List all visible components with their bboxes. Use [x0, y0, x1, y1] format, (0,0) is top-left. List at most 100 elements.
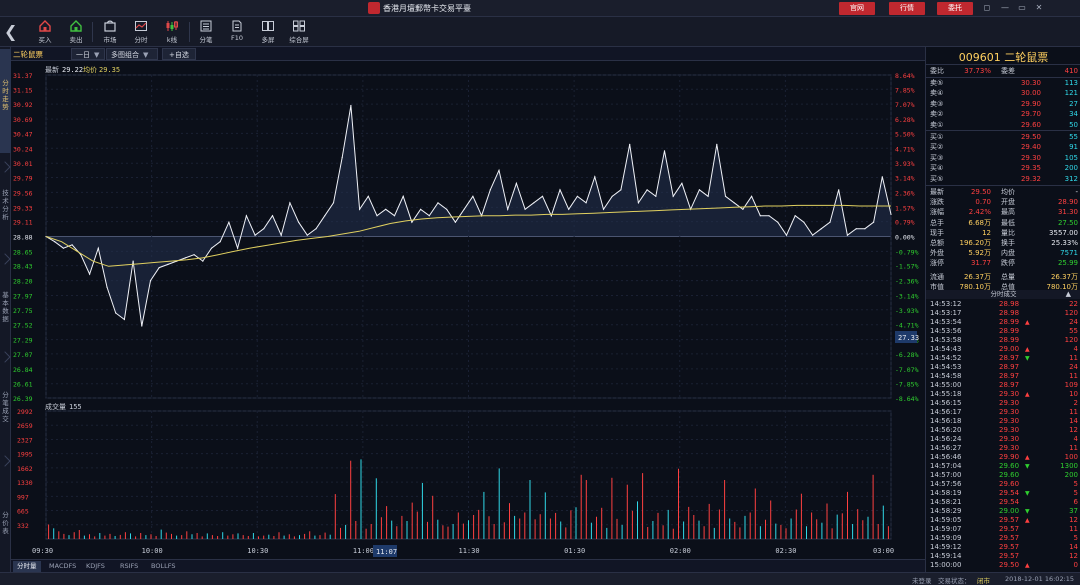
- back-arrow-icon[interactable]: ❮: [4, 22, 18, 42]
- f10-button[interactable]: F10: [223, 20, 251, 45]
- skin-icon[interactable]: ◻: [982, 3, 992, 13]
- stat-row: 涨跌 0.70 开盘 28.90: [926, 197, 1080, 208]
- multiscreen-button[interactable]: 多屏: [254, 20, 282, 45]
- tick-price: 28.99: [999, 336, 1020, 344]
- stat-row: 总手 6.68万 最低 27.50: [926, 218, 1080, 229]
- website-button[interactable]: 官网: [839, 2, 875, 15]
- stat-label: 量比: [1001, 228, 1015, 237]
- tick-row: 14:59:09 29.57 5: [926, 534, 1080, 543]
- tick-volume: 24: [1069, 318, 1078, 326]
- add-watchlist-button[interactable]: +自选: [162, 48, 196, 60]
- period-select[interactable]: 一日 ▼: [71, 48, 105, 60]
- tick-time: 14:56:17: [930, 408, 962, 416]
- rail-tab-ticks[interactable]: 分笔成交: [0, 365, 11, 449]
- trade-state: 闭市: [977, 577, 990, 585]
- price-tick-label: 28.88: [13, 234, 33, 242]
- down-arrow-icon: ▼: [1025, 463, 1030, 470]
- time-tick-label: 02:30: [775, 547, 796, 555]
- rail-tab-price-table[interactable]: 分价表: [0, 471, 11, 555]
- down-arrow-icon: ▼: [1025, 355, 1030, 362]
- tab-macd[interactable]: MACDFS: [45, 561, 80, 572]
- market-button[interactable]: 市场: [96, 20, 124, 45]
- price-point: [149, 280, 152, 282]
- divider: [926, 185, 1080, 186]
- stat-value: 31.77: [970, 259, 991, 268]
- restore-icon[interactable]: ▭: [1017, 3, 1027, 13]
- status-datetime: 2018-12-01 16:02:15: [1005, 575, 1075, 583]
- price-point: [611, 195, 613, 197]
- tick-time: 14:56:15: [930, 399, 962, 407]
- scroll-up-icon[interactable]: ▲: [1066, 290, 1071, 299]
- rail-tab-basic-data[interactable]: 基本数据: [0, 267, 11, 351]
- price-point: [550, 215, 552, 217]
- stat-value: 7571: [1060, 249, 1078, 258]
- price-tick-label: 27.97: [13, 293, 33, 301]
- tick-button[interactable]: 分笔: [192, 20, 220, 45]
- stock-name-tab[interactable]: 二轮鼠票: [13, 49, 43, 60]
- chevron-down-icon: ▼: [143, 51, 149, 59]
- order-button[interactable]: 委托: [937, 2, 973, 15]
- period-value: 一日: [76, 51, 90, 59]
- percent-tick-label: 5.50%: [895, 130, 915, 138]
- tick-volume: 5: [1073, 489, 1078, 497]
- price-point: [341, 156, 343, 158]
- close-icon[interactable]: ✕: [1034, 3, 1044, 13]
- kline-button[interactable]: k线: [158, 20, 186, 45]
- trade-state-label: 交易状态：: [938, 577, 971, 585]
- timeshare-button[interactable]: 分时: [127, 20, 155, 45]
- sell-button[interactable]: 卖出: [62, 20, 90, 45]
- stat-label: 开盘: [1001, 198, 1015, 207]
- title-bar: 香港月壇郵幣卡交易平臺 官网 行情 委托 ◻ — ▭ ✕: [0, 0, 1080, 17]
- percent-tick-label: 0.79%: [895, 219, 915, 227]
- price-point: [873, 221, 875, 223]
- overview-button[interactable]: 综合屏: [285, 20, 313, 45]
- stat-row: 最新 29.50 均价 -: [926, 187, 1080, 198]
- ask-volume: 50: [1069, 120, 1078, 129]
- order-diff-label: 委差: [1001, 67, 1015, 75]
- percent-axis-right: 8.64% 7.85% 7.07% 6.28% 5.50% 4.71% 3.93% 3.14%…: [895, 72, 919, 403]
- tick-volume: 12: [1069, 426, 1078, 434]
- percent-tick-label: 3.93%: [895, 160, 915, 168]
- price-point: [507, 208, 509, 210]
- tab-boll[interactable]: BOLLFS: [147, 561, 179, 572]
- price-point: [454, 221, 456, 223]
- bid-row: 买④ 29.35 200: [926, 163, 1080, 174]
- ask-row: 卖② 29.70 34: [926, 109, 1080, 120]
- percent-tick-label: 7.07%: [895, 101, 915, 109]
- price-tick-label: 28.20: [13, 278, 33, 286]
- rail-tab-timeshare[interactable]: 分时走势: [0, 49, 11, 153]
- overview-icon: [293, 20, 305, 32]
- price-point: [716, 143, 718, 145]
- combo-select[interactable]: 多图组合 ▼: [106, 48, 158, 60]
- price-point: [141, 325, 143, 327]
- tick-volume: 37: [1069, 507, 1078, 515]
- tick-price: 29.90: [999, 453, 1020, 461]
- bid-row: 买⑤ 29.32 312: [926, 174, 1080, 185]
- price-point: [158, 267, 160, 269]
- tick-row: 14:53:56 28.99 55: [926, 327, 1080, 336]
- rail-tab-technical[interactable]: 技术分析: [0, 175, 11, 259]
- ask-price: 30.30: [1020, 79, 1041, 87]
- buy-button[interactable]: 买入: [31, 20, 59, 45]
- tab-volume[interactable]: 分时量: [13, 561, 41, 572]
- price-point: [637, 202, 640, 204]
- tab-rsi[interactable]: RSIFS: [116, 561, 142, 572]
- stat-label: 内盘: [1001, 249, 1015, 258]
- percent-tick-label: 3.14%: [895, 174, 915, 182]
- minimize-icon[interactable]: —: [1000, 3, 1010, 13]
- stat-value: 5.92万: [968, 249, 991, 258]
- tick-row: 14:54:58 28.97 11: [926, 372, 1080, 381]
- tick-row: 14:58:19 29.54 ▼ 5: [926, 489, 1080, 498]
- tick-time: 14:54:58: [930, 372, 962, 380]
- kline-label: k线: [166, 36, 178, 44]
- quotes-button[interactable]: 行情: [889, 2, 925, 15]
- tick-price: 28.97: [999, 372, 1020, 380]
- time-tick-label: 10:00: [142, 547, 163, 555]
- stat-value: 27.50: [1057, 218, 1078, 227]
- timeshare-icon: [135, 21, 147, 31]
- tick-price: 29.57: [999, 552, 1020, 560]
- stat-label: 最新: [930, 188, 944, 196]
- tab-kdj[interactable]: KDJFS: [82, 561, 109, 572]
- price-point: [646, 189, 648, 191]
- ticks-header: 分时成交 ▲: [926, 290, 1080, 299]
